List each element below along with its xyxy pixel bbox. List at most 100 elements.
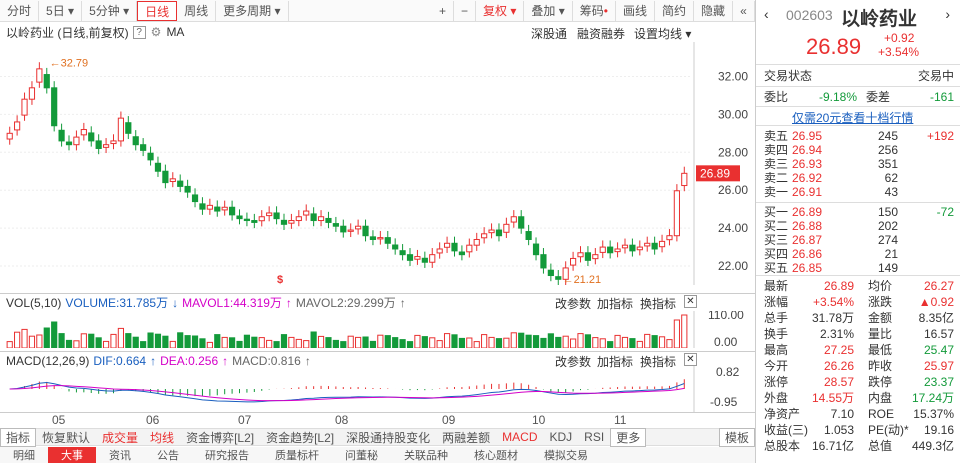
tab-fenshi[interactable]: 分时: [0, 0, 40, 21]
btab-topics[interactable]: 核心题材: [461, 447, 531, 463]
collapse-icon[interactable]: «: [733, 0, 755, 21]
candle: [177, 180, 184, 187]
volume-bar: [229, 337, 236, 348]
tab-5min[interactable]: 5分钟 ▾: [82, 0, 138, 21]
huaxian-button[interactable]: 画线: [616, 0, 655, 21]
bid-row: 买三 26.87 274: [764, 233, 954, 247]
volume-bar: [673, 319, 680, 348]
volume-bar: [362, 336, 369, 348]
volume-bar: [140, 341, 147, 348]
tab-fund-game[interactable]: 资金博弈[L2]: [180, 429, 260, 446]
tab-more[interactable]: 更多: [610, 427, 647, 447]
tab-kdj[interactable]: KDJ: [544, 430, 579, 444]
macd-chart[interactable]: 0.82 -0.95: [0, 366, 755, 412]
volume-bar: [614, 334, 621, 348]
ask-row-cell: 26.93: [792, 157, 823, 171]
tab-fund-trend[interactable]: 资金趋势[L2]: [260, 429, 340, 446]
stat-cell: 跌停: [868, 375, 893, 389]
x-tick: 09: [442, 413, 456, 427]
volume-chart[interactable]: 110.00 0.00: [0, 311, 755, 348]
bid-row-cell: 26.89: [792, 205, 823, 219]
price-pct: +3.54%: [878, 45, 920, 59]
ask-row-cell: 62: [884, 171, 898, 185]
jianyue-button[interactable]: 简约: [655, 0, 694, 21]
tab-indicator[interactable]: 指标: [0, 427, 37, 447]
tab-template[interactable]: 模板: [718, 427, 755, 447]
tab-macd[interactable]: MACD: [496, 430, 543, 444]
tab-margin-diff[interactable]: 两融差额: [436, 429, 496, 446]
status-value: 交易中: [917, 69, 954, 83]
volume-bar: [88, 333, 95, 348]
btab-ask[interactable]: 问董秘: [332, 447, 391, 463]
bid-row-cell: 买四: [764, 247, 789, 261]
stat-row: 最高 27.25 最低 25.47: [764, 343, 954, 357]
tab-rsi[interactable]: RSI: [578, 430, 610, 444]
btab-detail[interactable]: 明细: [0, 447, 48, 463]
volume-bar: [325, 337, 332, 348]
link-set-ma[interactable]: 设置均线 ▾: [634, 25, 691, 42]
volume-bar: [429, 337, 436, 348]
btab-events[interactable]: 大事: [48, 447, 96, 463]
link-hk-connect[interactable]: 深股通: [531, 25, 567, 42]
candle: [6, 132, 13, 140]
ask-row-cell: 卖二: [764, 171, 789, 185]
btab-news[interactable]: 资讯: [96, 447, 144, 463]
gear-icon[interactable]: ⚙: [151, 25, 162, 39]
btab-research[interactable]: 研究报告: [192, 447, 262, 463]
tab-restore[interactable]: 恢复默认: [36, 429, 96, 446]
vol-add[interactable]: 加指标: [597, 295, 633, 312]
stat-cell: 26.89: [823, 279, 854, 293]
btab-notice[interactable]: 公告: [144, 447, 192, 463]
vol-switch[interactable]: 换指标: [640, 295, 676, 312]
candlestick-chart[interactable]: 32.00 30.00 28.00 26.00 24.00 22.00 ←32.79 ←21.…: [0, 42, 755, 285]
volume-bar: [184, 335, 191, 348]
zoom-in-button[interactable]: +: [432, 0, 454, 21]
tab-weekly[interactable]: 周线: [177, 0, 217, 21]
volume-bar: [584, 334, 592, 348]
volume-bar: [43, 327, 50, 348]
yincang-button[interactable]: 隐藏: [694, 0, 733, 21]
btab-sim[interactable]: 模拟交易: [531, 447, 601, 463]
help-icon[interactable]: ?: [132, 25, 146, 39]
promo-link[interactable]: 仅需20元查看十档行情: [792, 109, 913, 126]
volume-bar: [406, 341, 414, 348]
vol-tick: 0.00: [714, 335, 738, 348]
bid-row-cell: 274: [877, 233, 898, 247]
volume-bar: [495, 338, 503, 348]
vol-params[interactable]: 改参数: [555, 295, 591, 312]
link-margin[interactable]: 融资融券: [577, 25, 625, 42]
ma-label: MA: [166, 25, 185, 39]
tab-hk-holding[interactable]: 深股通持股变化: [340, 429, 436, 446]
vol-close-icon[interactable]: ✕: [684, 295, 697, 308]
tab-daily[interactable]: 日线: [137, 0, 178, 21]
more-period-dropdown[interactable]: 更多周期 ▾: [216, 0, 289, 21]
btab-quality[interactable]: 质量标杆: [262, 447, 332, 463]
volume-bar: [236, 340, 243, 348]
volume-bar: [599, 338, 606, 348]
volume-bar: [347, 335, 354, 348]
chevron-right-icon[interactable]: ›: [945, 6, 950, 22]
tab-5day[interactable]: 5日 ▾: [39, 0, 83, 21]
candle: [80, 129, 87, 136]
volume-bar: [503, 337, 510, 348]
volume-bar: [629, 338, 636, 348]
chevron-left-icon[interactable]: ‹: [764, 6, 769, 22]
zoom-out-button[interactable]: −: [454, 0, 476, 21]
tab-ma[interactable]: 均线: [144, 429, 180, 446]
stat-row: 外盘 14.55万 内盘 17.24万: [764, 391, 954, 405]
vol-header: VOL(5,10) VOLUME:31.785万 ↓ MAVOL1:44.319万…: [0, 293, 755, 311]
weibi-value: -9.18%: [819, 90, 858, 104]
ask-row-cell: 43: [884, 185, 898, 199]
btab-related[interactable]: 关联品种: [391, 447, 461, 463]
fuquan-dropdown[interactable]: 复权 ▾: [476, 0, 525, 21]
candle: [295, 216, 302, 222]
diejia-dropdown[interactable]: 叠加 ▾: [524, 0, 573, 21]
candle: [488, 229, 495, 234]
vol-tick: 110.00: [708, 311, 744, 322]
candle: [414, 256, 421, 260]
volume-bar: [644, 333, 651, 348]
volume-bar: [102, 340, 110, 348]
chouma-button[interactable]: 筹码•: [573, 0, 616, 21]
macd-close-icon[interactable]: ✕: [684, 353, 697, 366]
tab-volume[interactable]: 成交量: [96, 429, 144, 446]
